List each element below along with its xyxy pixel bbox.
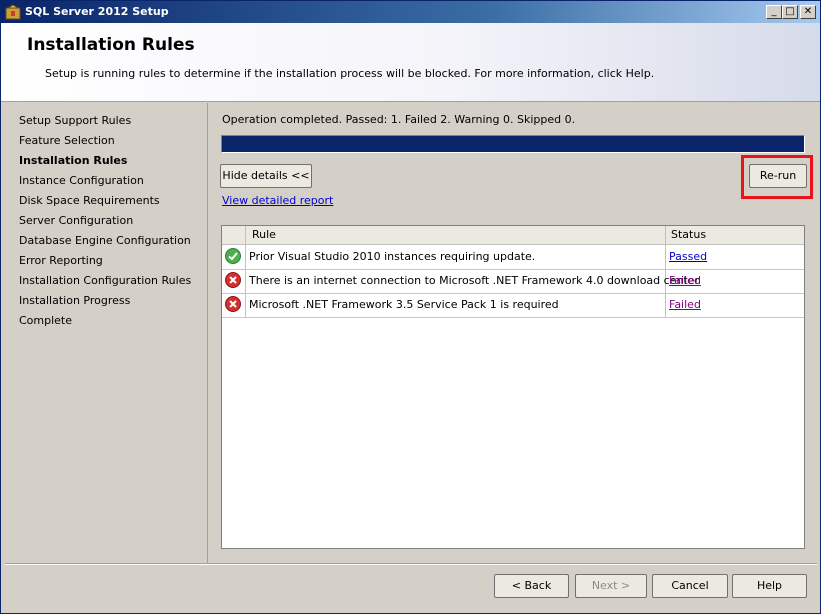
nav-item-installation-configuration-rules: Installation Configuration Rules xyxy=(19,274,192,287)
status-link[interactable]: Failed xyxy=(669,274,701,287)
view-detailed-report-link[interactable]: View detailed report xyxy=(222,194,333,207)
maximize-button[interactable]: □ xyxy=(782,5,798,19)
rule-name: Microsoft .NET Framework 3.5 Service Pac… xyxy=(249,298,559,311)
progress-fill xyxy=(222,136,804,152)
progress-bar xyxy=(221,135,805,153)
table-header: Rule Status xyxy=(222,226,804,245)
check-icon xyxy=(225,248,241,264)
footer-divider xyxy=(5,563,817,565)
rules-table: Rule Status Prior Visual Studio 2010 ins… xyxy=(221,225,805,549)
table-row[interactable]: Prior Visual Studio 2010 instances requi… xyxy=(222,245,804,270)
nav-item-installation-progress: Installation Progress xyxy=(19,294,131,307)
status-link[interactable]: Failed xyxy=(669,298,701,311)
nav-item-error-reporting: Error Reporting xyxy=(19,254,103,267)
nav-item-setup-support-rules: Setup Support Rules xyxy=(19,114,132,127)
app-icon xyxy=(5,4,21,20)
help-button[interactable]: Help xyxy=(732,574,807,598)
setup-window: SQL Server 2012 Setup _ □ ✕ Installation… xyxy=(0,0,821,614)
page-title: Installation Rules xyxy=(27,35,195,55)
nav-item-server-configuration: Server Configuration xyxy=(19,214,134,227)
wizard-steps: Setup Support Rules Feature Selection In… xyxy=(5,103,208,563)
next-button[interactable]: Next > xyxy=(575,574,647,598)
rule-name: There is an internet connection to Micro… xyxy=(249,274,700,287)
nav-item-database-engine-configuration: Database Engine Configuration xyxy=(19,234,191,247)
error-icon xyxy=(225,272,241,288)
nav-item-instance-configuration: Instance Configuration xyxy=(19,174,144,187)
page-header: Installation Rules Setup is running rule… xyxy=(1,23,820,102)
operation-status: Operation completed. Passed: 1. Failed 2… xyxy=(222,113,576,126)
page-description: Setup is running rules to determine if t… xyxy=(45,67,655,80)
table-row[interactable]: There is an internet connection to Micro… xyxy=(222,269,804,294)
nav-item-feature-selection: Feature Selection xyxy=(19,134,115,147)
status-link[interactable]: Passed xyxy=(669,250,707,263)
title-bar[interactable]: SQL Server 2012 Setup _ □ ✕ xyxy=(1,1,820,23)
back-button[interactable]: < Back xyxy=(494,574,569,598)
content-panel: Operation completed. Passed: 1. Failed 2… xyxy=(209,103,817,563)
rerun-button[interactable]: Re-run xyxy=(749,164,807,188)
nav-item-disk-space-requirements: Disk Space Requirements xyxy=(19,194,160,207)
column-header-status[interactable]: Status xyxy=(671,228,706,241)
rule-name: Prior Visual Studio 2010 instances requi… xyxy=(249,250,536,263)
window-title: SQL Server 2012 Setup xyxy=(25,5,169,18)
error-icon xyxy=(225,296,241,312)
cancel-button[interactable]: Cancel xyxy=(652,574,728,598)
nav-item-complete: Complete xyxy=(19,314,73,327)
table-row[interactable]: Microsoft .NET Framework 3.5 Service Pac… xyxy=(222,293,804,318)
nav-item-installation-rules: Installation Rules xyxy=(19,154,128,167)
minimize-button[interactable]: _ xyxy=(766,5,782,19)
close-button[interactable]: ✕ xyxy=(800,5,816,19)
hide-details-button[interactable]: Hide details << xyxy=(220,164,312,188)
column-header-rule[interactable]: Rule xyxy=(252,228,276,241)
